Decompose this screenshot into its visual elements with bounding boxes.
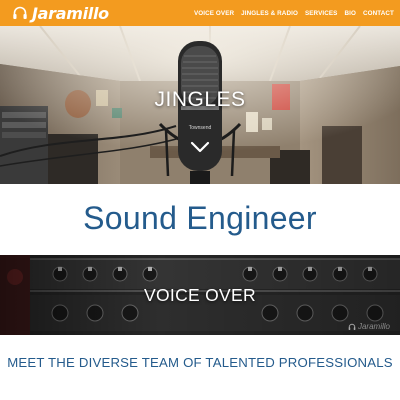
nav-services[interactable]: SERVICES	[305, 10, 338, 17]
headphones-icon	[13, 6, 27, 19]
voice-over-panel[interactable]: VOICE OVER Jaramillo	[0, 255, 400, 335]
mic-brand: Townsend	[189, 125, 212, 131]
site-header: Jaramillo VOICE OVER JINGLES & RADIO SER…	[0, 0, 400, 26]
hero-title: JINGLES	[154, 88, 246, 111]
section-band: Sound Engineer	[0, 184, 400, 255]
watermark-text: Jaramillo	[357, 322, 390, 331]
logo[interactable]: Jaramillo	[12, 4, 109, 23]
main-nav: VOICE OVER JINGLES & RADIO SERVICES BIO …	[194, 10, 394, 17]
watermark-logo: Jaramillo	[348, 322, 390, 331]
logo-text: Jaramillo	[32, 3, 109, 23]
headphones-icon	[348, 323, 356, 330]
nav-contact[interactable]: CONTACT	[363, 10, 394, 17]
nav-voice-over[interactable]: VOICE OVER	[194, 10, 234, 17]
voice-over-title: VOICE OVER	[144, 285, 256, 305]
team-tagline: MEET THE DIVERSE TEAM OF TALENTED PROFES…	[7, 355, 393, 370]
jingles-hero[interactable]: Townsend JINGLES	[0, 26, 400, 184]
nav-bio[interactable]: BIO	[344, 10, 356, 17]
section-title: Sound Engineer	[83, 200, 317, 236]
nav-jingles-radio[interactable]: JINGLES & RADIO	[241, 10, 298, 17]
chevron-down-icon[interactable]	[190, 140, 210, 154]
